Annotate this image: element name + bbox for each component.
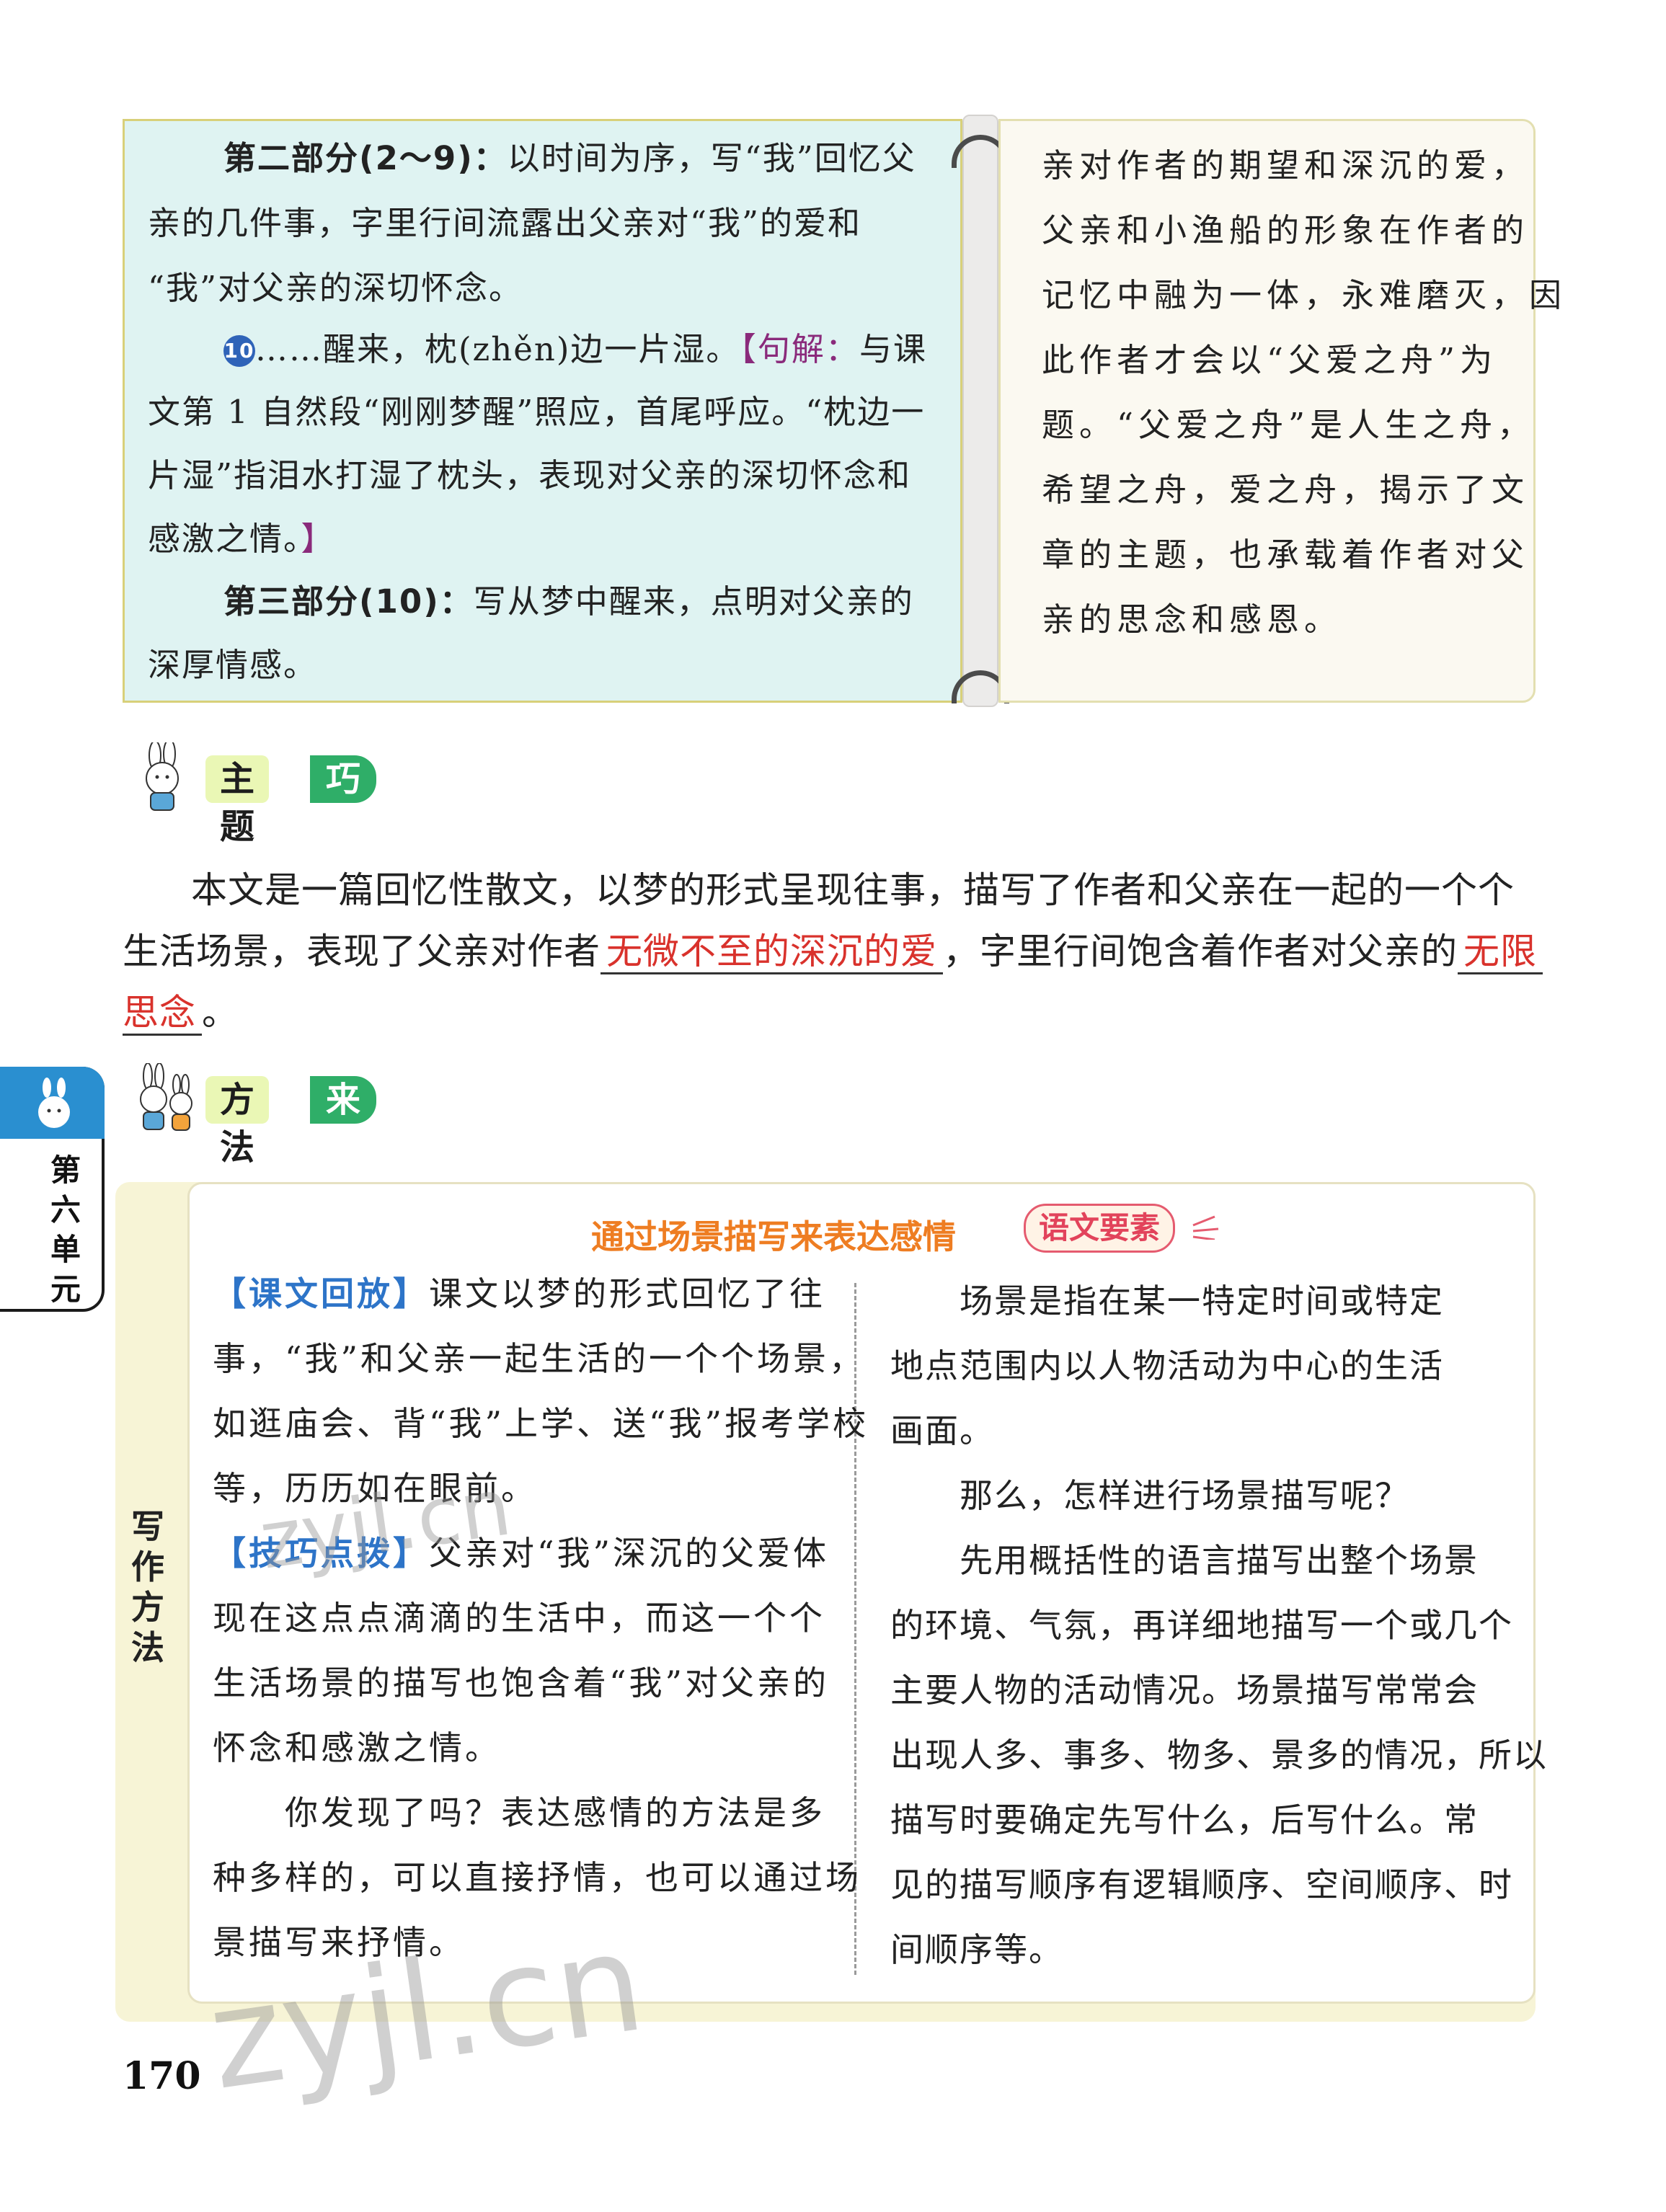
right-page-line: 希望之舟，爱之舟，揭示了文 xyxy=(1042,471,1530,509)
answer-fill-blank: 无微不至的深沉的爱 xyxy=(601,930,943,974)
right-page-line: 此作者才会以“父爱之舟”为 xyxy=(1042,341,1498,379)
right-page-line: 父亲和小渔船的形象在作者的 xyxy=(1042,211,1530,249)
method-right-line: 画面。 xyxy=(890,1411,994,1450)
method-left-line: 【课文回放】课文以梦的形式回忆了往 xyxy=(213,1274,825,1313)
method-left-line: 现在这点点滴滴的生活中，而这一个个 xyxy=(213,1599,825,1638)
section-title-main: 主题 xyxy=(205,755,270,847)
rabbit-mascots-icon xyxy=(140,1063,192,1131)
right-page-line: 记忆中融为一体，永难磨灭，因 xyxy=(1042,276,1567,314)
answer-fill-blank: 无限 xyxy=(1458,930,1543,974)
sentence-note-tag-end: 】 xyxy=(301,520,335,558)
analysis-line: “我”对父亲的深切怀念。 xyxy=(148,269,523,307)
method-right-line: 先用概括性的语言描写出整个场景 xyxy=(890,1541,1479,1580)
method-left-line: 你发现了吗？表达感情的方法是多 xyxy=(213,1793,825,1832)
writing-method-label: 写 作 方 法 xyxy=(131,1507,164,1667)
method-left-line: 种多样的，可以直接抒情，也可以通过场 xyxy=(213,1858,861,1897)
method-right-line: 主要人物的活动情况。场景描写常常会 xyxy=(890,1671,1479,1710)
analysis-line: 感激之情。】 xyxy=(148,520,335,558)
theme-text-line: 生活场景，表现了父亲对作者 无微不至的深沉的爱 ，字里行间饱含着作者对父亲的 无限 xyxy=(123,923,1543,980)
unit-tab-char: 单 xyxy=(50,1232,81,1267)
theme-text-line: 本文是一篇回忆性散文，以梦的形式呈现往事，描写了作者和父亲在一起的一个个 xyxy=(191,869,1515,911)
analysis-line: 第三部分(10)：写从梦中醒来，点明对父亲的 xyxy=(223,582,914,621)
method-left-line: 事，“我”和父亲一起生活的一个个场景， xyxy=(213,1339,866,1378)
right-page-line: 题。“父爱之舟”是人生之舟， xyxy=(1042,406,1536,444)
right-page-line: 亲的思念和感恩。 xyxy=(1042,600,1342,639)
analysis-line: 亲的几件事，字里行间流露出父亲对“我”的爱和 xyxy=(148,204,862,242)
paragraph-number-badge: 10 xyxy=(223,335,255,367)
method-right-line: 出现人多、事多、物多、景多的情况，所以 xyxy=(890,1736,1548,1775)
method-right-line: 那么，怎样进行场景描写呢？ xyxy=(890,1476,1409,1515)
method-right-line: 地点范围内以人物活动为中心的生活 xyxy=(890,1346,1444,1385)
analysis-line: 深厚情感。 xyxy=(148,646,318,684)
rabbit-face-icon xyxy=(38,1078,70,1128)
analysis-line: 片湿”指泪水打湿了枕头，表现对父亲的深切怀念和 xyxy=(148,456,912,494)
method-right-line: 间顺序等。 xyxy=(890,1930,1063,1969)
section-title-sub: 巧归纳 xyxy=(310,755,377,894)
unit-tab-char: 第 xyxy=(50,1152,81,1188)
method-box-title: 通过场景描写来表达感情 xyxy=(591,1217,956,1256)
answer-fill-blank: 思念 xyxy=(123,992,202,1036)
unit-tab-header xyxy=(0,1067,105,1139)
review-tag: 【课文回放】 xyxy=(213,1274,429,1313)
method-left-line: 生活场景的描写也饱含着“我”对父亲的 xyxy=(213,1664,830,1702)
analysis-line: 第二部分(2～9)：以时间为序，写“我”回忆父 xyxy=(223,139,916,177)
sparkle-lines-icon xyxy=(1192,1215,1219,1240)
part-heading: 第三部分(10)： xyxy=(223,582,474,621)
right-page-line: 亲对作者的期望和深沉的爱， xyxy=(1042,146,1530,185)
analysis-line: 文第 1 自然段“刚刚梦醒”照应，首尾呼应。“枕边一 xyxy=(148,393,926,431)
rabbit-mascot-icon xyxy=(146,742,179,811)
unit-tab-char: 元 xyxy=(50,1271,81,1307)
method-right-line: 场景是指在某一特定时间或特定 xyxy=(890,1282,1444,1320)
right-page-line: 章的主题，也承载着作者对父 xyxy=(1042,536,1530,574)
unit-tab-char: 六 xyxy=(50,1192,81,1227)
method-right-line: 见的描写顺序有逻辑顺序、空间顺序、时 xyxy=(890,1865,1513,1904)
method-right-line: 描写时要确定先写什么，后写什么。常 xyxy=(890,1800,1479,1839)
method-left-line: 如逛庙会、背“我”上学、送“我”报考学校 xyxy=(213,1404,869,1443)
method-left-line: 怀念和感激之情。 xyxy=(213,1728,501,1767)
page-number: 170 xyxy=(123,2054,201,2098)
sentence-note-line: 10……醒来，枕(zhěn)边一片湿。【句解：与课 xyxy=(223,330,927,368)
method-right-line: 的环境、气氛，再详细地描写一个或几个 xyxy=(890,1606,1513,1645)
sentence-note-tag: 【句解： xyxy=(740,330,859,368)
part-heading: 第二部分(2～9)： xyxy=(223,139,508,177)
theme-text-line: 思念。 xyxy=(123,984,239,1041)
section-title-main: 方法 xyxy=(205,1076,270,1168)
language-element-badge: 语文要素 xyxy=(1024,1204,1176,1253)
section-title-sub: 来总结 xyxy=(310,1076,377,1215)
